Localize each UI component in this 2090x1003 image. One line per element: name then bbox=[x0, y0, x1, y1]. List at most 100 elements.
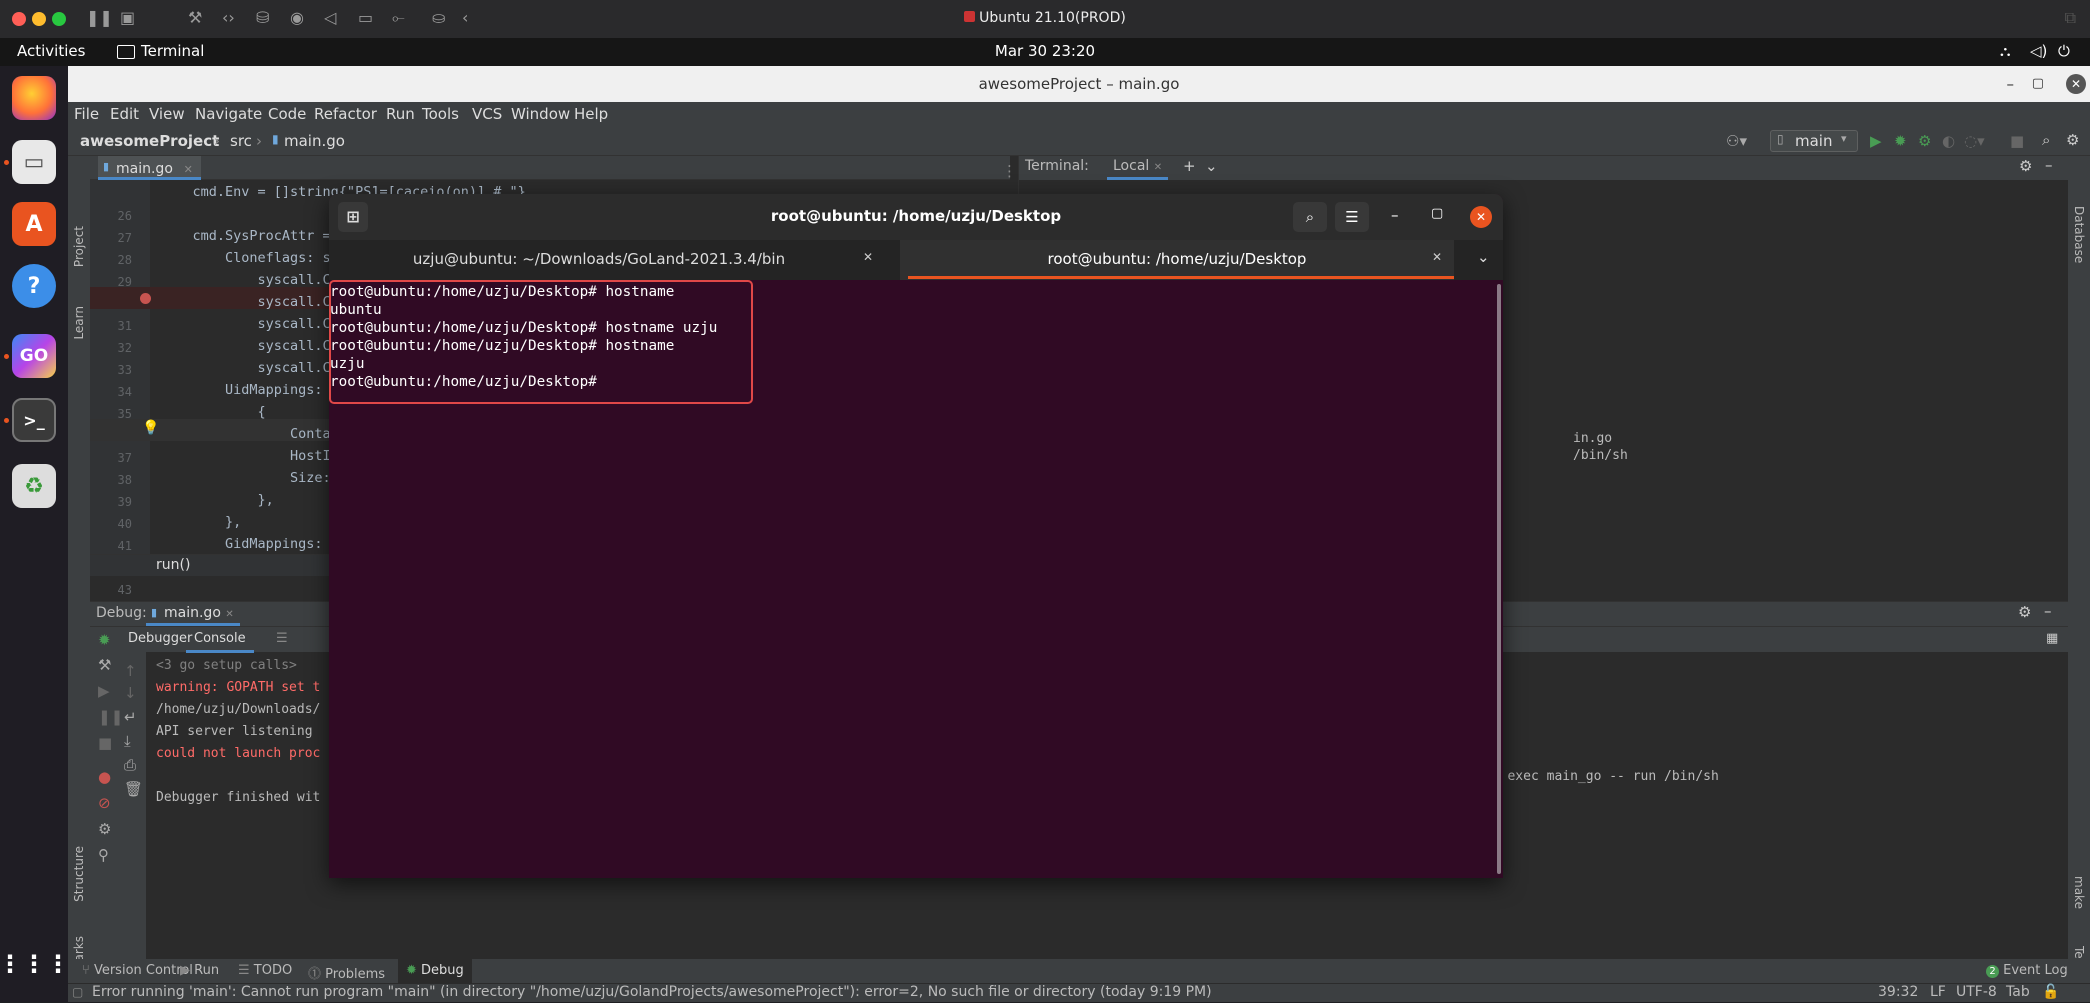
user-icon[interactable]: ⚇▾ bbox=[1726, 132, 1747, 150]
crumb-project[interactable]: awesomeProject bbox=[80, 132, 219, 150]
stop-icon[interactable]: ■ bbox=[98, 734, 112, 752]
power-icon[interactable]: ⏻ bbox=[2058, 42, 2070, 60]
settings-icon[interactable]: ⚙ bbox=[2019, 157, 2032, 175]
down-icon[interactable]: ↓ bbox=[124, 684, 137, 702]
caret-position[interactable]: 39:32 bbox=[1878, 984, 1918, 1000]
rerun-icon[interactable]: ▶ bbox=[98, 682, 110, 700]
ide-minimize-button[interactable]: – bbox=[2007, 66, 2015, 102]
debug-tab-main[interactable]: ▮ main.go ✕ bbox=[146, 602, 240, 626]
fullscreen-icon[interactable]: ⧉ bbox=[2065, 8, 2076, 28]
up-icon[interactable]: ↑ bbox=[124, 662, 137, 680]
wrap-icon[interactable]: ↵ bbox=[124, 708, 137, 726]
close-tab-icon[interactable]: ✕ bbox=[1154, 162, 1162, 173]
debug-tab[interactable]: ✹ Debug bbox=[398, 959, 472, 983]
crumb-file[interactable]: main.go bbox=[284, 132, 345, 150]
tab-main-go[interactable]: ▮ main.go ✕ bbox=[98, 156, 201, 180]
print-icon[interactable]: ⎙ bbox=[124, 756, 136, 774]
run-tab[interactable]: ▶ Run bbox=[180, 963, 219, 978]
more-vertical-icon[interactable]: ⋮ bbox=[1002, 162, 1017, 180]
menu-run[interactable]: Run bbox=[386, 105, 415, 123]
chevron-down-icon[interactable]: ⌄ bbox=[1205, 157, 1218, 175]
tab-console[interactable]: Console bbox=[186, 627, 254, 653]
show-apps-icon[interactable]: ⋮⋮⋮ bbox=[0, 942, 70, 986]
search-icon[interactable]: ⌕ bbox=[2042, 131, 2050, 149]
menu-window[interactable]: Window bbox=[511, 105, 570, 123]
crumb-folder[interactable]: src bbox=[230, 132, 252, 150]
todo-tab[interactable]: ☰ TODO bbox=[238, 963, 292, 978]
lightbulb-icon[interactable]: 💡 bbox=[142, 420, 159, 436]
close-tab-icon[interactable]: ✕ bbox=[1432, 250, 1442, 264]
event-log-tab[interactable]: 2 Event Log bbox=[1986, 963, 2068, 978]
software-center-icon[interactable]: A bbox=[12, 202, 56, 246]
menu-file[interactable]: File bbox=[74, 105, 99, 123]
tool-make[interactable]: make bbox=[2072, 876, 2086, 909]
hide-icon[interactable]: – bbox=[2045, 156, 2053, 174]
menu-refactor[interactable]: Refactor bbox=[314, 105, 377, 123]
terminal-output[interactable]: root@ubuntu:/home/uzju/Desktop# hostname… bbox=[329, 280, 1503, 878]
menu-edit[interactable]: Edit bbox=[110, 105, 139, 123]
lock-icon[interactable]: 🔓 bbox=[2042, 984, 2059, 1000]
hamburger-menu-icon[interactable]: ☰ bbox=[1335, 202, 1369, 232]
close-tab-icon[interactable]: ✕ bbox=[863, 250, 873, 264]
tool-project[interactable]: Project bbox=[72, 226, 86, 267]
function-breadcrumb[interactable]: run() bbox=[156, 557, 190, 573]
menu-vcs[interactable]: VCS bbox=[472, 105, 502, 123]
coverage-icon[interactable]: ⚙ bbox=[1918, 132, 1931, 150]
ide-maximize-button[interactable]: ▢ bbox=[2032, 66, 2044, 102]
trash-icon[interactable]: ♻ bbox=[12, 464, 56, 508]
maximize-icon[interactable]: ▢ bbox=[1431, 206, 1443, 221]
settings-icon[interactable]: ⚙ bbox=[2066, 131, 2079, 149]
version-control-tab[interactable]: ⑂ Version Control bbox=[82, 963, 193, 978]
terminal-tab-local[interactable]: Local ✕ bbox=[1107, 156, 1169, 180]
tool-database[interactable]: Database bbox=[2072, 206, 2086, 263]
debug-icon[interactable]: ✹ bbox=[1894, 132, 1907, 150]
stop-icon[interactable]: ■ bbox=[2010, 132, 2024, 150]
tool-structure[interactable]: Structure bbox=[72, 846, 86, 902]
terminal-tab-1[interactable]: uzju@ubuntu: ~/Downloads/GoLand-2021.3.4… bbox=[329, 250, 869, 268]
scroll-end-icon[interactable]: ⤓ bbox=[124, 732, 131, 750]
status-message[interactable]: Error running 'main': Cannot run program… bbox=[92, 984, 1212, 1000]
menu-tools[interactable]: Tools bbox=[422, 105, 459, 123]
breakpoint-icon[interactable] bbox=[140, 293, 151, 304]
files-icon[interactable]: ▭ bbox=[12, 140, 56, 184]
indent[interactable]: Tab bbox=[2006, 984, 2030, 1000]
wrench-icon[interactable]: ⚒ bbox=[98, 656, 111, 674]
chevron-down-icon[interactable]: ⌄ bbox=[1477, 248, 1490, 266]
terminal-scrollbar[interactable] bbox=[1497, 284, 1501, 874]
more-run-icon[interactable]: ◌▾ bbox=[1964, 132, 1985, 150]
firefox-icon[interactable] bbox=[12, 76, 56, 120]
settings-icon[interactable]: ⚙ bbox=[2018, 603, 2031, 621]
layout-icon[interactable]: ▢ bbox=[72, 985, 83, 999]
minimize-icon[interactable]: – bbox=[1391, 206, 1399, 224]
trash-icon[interactable]: 🗑 bbox=[124, 780, 143, 798]
volume-icon[interactable]: ◁) bbox=[2030, 42, 2047, 60]
hide-icon[interactable]: – bbox=[2044, 602, 2052, 620]
close-tab-icon[interactable]: ✕ bbox=[225, 609, 233, 620]
encoding[interactable]: UTF-8 bbox=[1956, 984, 1997, 1000]
close-icon[interactable]: ✕ bbox=[1470, 206, 1492, 228]
ide-close-button[interactable]: ✕ bbox=[2066, 74, 2086, 94]
menu-view[interactable]: View bbox=[149, 105, 185, 123]
network-icon[interactable]: ⛬ bbox=[2000, 42, 2011, 60]
profile-icon[interactable]: ◐ bbox=[1942, 132, 1955, 150]
run-config-select[interactable]: ▯ main ▾ bbox=[1770, 130, 1858, 152]
add-tab-icon[interactable]: + bbox=[1183, 157, 1196, 175]
settings-icon[interactable]: ⚙ bbox=[98, 820, 111, 838]
line-separator[interactable]: LF bbox=[1930, 984, 1946, 1000]
problems-tab[interactable]: ⓵ Problems bbox=[308, 963, 385, 982]
pin-icon[interactable]: ⚲ bbox=[98, 846, 109, 864]
mute-breakpoints-icon[interactable]: ⊘ bbox=[98, 794, 111, 812]
run-icon[interactable]: ▶ bbox=[1870, 132, 1882, 150]
menu-help[interactable]: Help bbox=[574, 105, 608, 123]
close-tab-icon[interactable]: ✕ bbox=[184, 163, 193, 176]
terminal-dock-icon[interactable]: >_ bbox=[12, 398, 56, 442]
search-icon[interactable]: ⌕ bbox=[1293, 202, 1327, 232]
activities-button[interactable]: Activities bbox=[17, 42, 85, 60]
menu-code[interactable]: Code bbox=[268, 105, 306, 123]
tool-learn[interactable]: Learn bbox=[72, 306, 86, 340]
goland-icon[interactable]: GO bbox=[12, 334, 56, 378]
list-icon[interactable]: ☰ bbox=[276, 631, 288, 646]
layout-icon[interactable]: ▦ bbox=[2046, 631, 2058, 646]
app-menu-terminal[interactable]: Terminal bbox=[141, 42, 204, 60]
pause-icon[interactable]: ❚❚ bbox=[98, 708, 123, 726]
